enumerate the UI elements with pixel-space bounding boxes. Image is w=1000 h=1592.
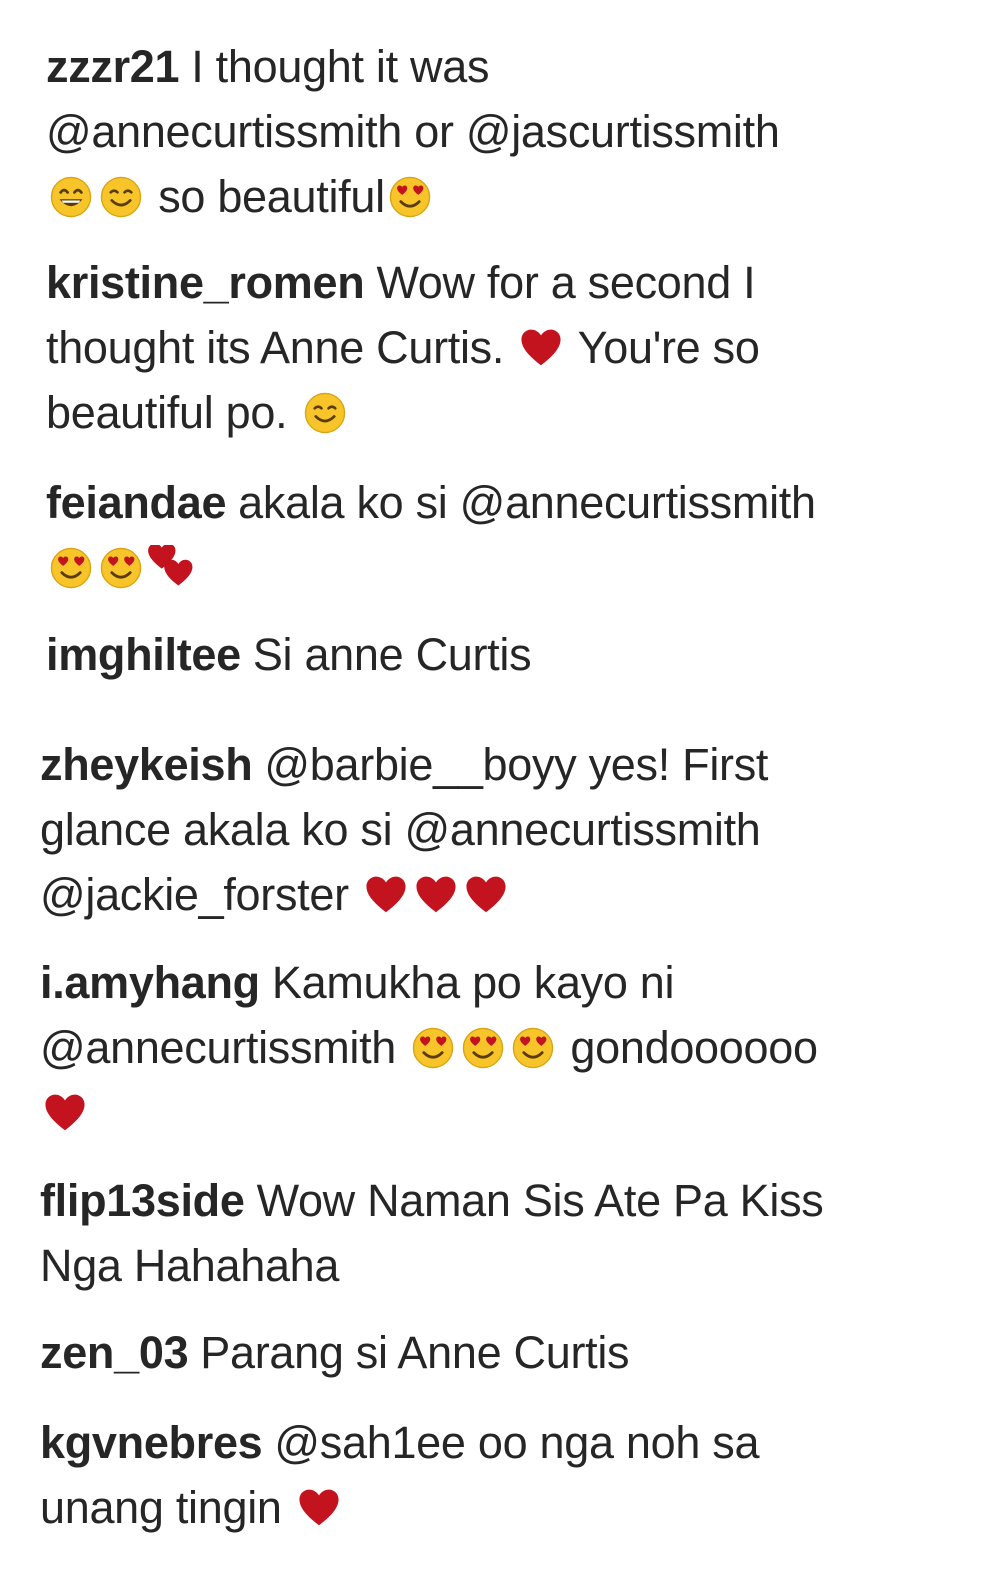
comment-text-mention: @barbie__boyy yes! First — [264, 739, 769, 790]
comment-text-fragment: Parang si Anne Curtis — [200, 1327, 630, 1378]
heart-icon — [363, 872, 409, 918]
heart-eyes-face-icon — [460, 1025, 506, 1071]
comment-text-fragment: You're so — [566, 322, 760, 373]
comment-item: kristine_romen Wow for a second I thought … — [46, 250, 760, 445]
comment-item: i.amyhang Kamukha po kayo ni @annecurtissm… — [40, 950, 818, 1145]
heart-icon — [296, 1485, 342, 1531]
heart-icon — [413, 872, 459, 918]
comment-text-fragment: akala ko si @annecurtissmith — [238, 477, 816, 528]
heart-icon — [463, 872, 509, 918]
comment-text: Si anne Curtis — [252, 629, 532, 680]
comment-text-fragment: gondoooooo — [558, 1022, 818, 1073]
grinning-face-icon — [48, 174, 94, 220]
comment-username[interactable]: feiandae — [46, 477, 226, 528]
comment-text-fragment: beautiful po. — [46, 387, 300, 438]
comment-text-mention: @sah1ee oo nga noh sa — [274, 1417, 760, 1468]
comment-text-mention: @jackie_forster — [40, 869, 361, 920]
comment-text: Parang si Anne Curtis — [200, 1327, 629, 1378]
comment-item: kgvnebres @sah1ee oo nga noh sa unang ting… — [40, 1410, 760, 1540]
comment-list: zzzr21 I thought it was @annecurtissmith o… — [0, 0, 1000, 1592]
smiling-face-icon — [302, 390, 348, 436]
comment-username[interactable]: zheykeish — [40, 739, 253, 790]
comment-text-mention: @annecurtissmith or @jascurtissmith — [46, 106, 780, 157]
comment-username[interactable]: kgvnebres — [40, 1417, 263, 1468]
comment-text-fragment: Wow Naman Sis Ate Pa Kiss — [256, 1175, 824, 1226]
comment-text-fragment: Kamukha po kayo ni — [271, 957, 675, 1008]
heart-eyes-face-icon — [98, 545, 144, 591]
comment-text-fragment: Nga Hahahaha — [40, 1240, 340, 1291]
comment-item: zzzr21 I thought it was @annecurtissmith o… — [46, 34, 780, 229]
heart-eyes-face-icon — [510, 1025, 556, 1071]
comment-username[interactable]: zen_03 — [40, 1327, 189, 1378]
comment-text-fragment: thought its Anne Curtis. — [46, 322, 517, 373]
comment-item: zheykeish @barbie__boyy yes! First glance … — [40, 732, 768, 927]
comment-username[interactable]: i.amyhang — [40, 957, 260, 1008]
two-hearts-icon — [148, 545, 194, 591]
comment-text-fragment: Wow for a second I — [376, 257, 756, 308]
comment-item: flip13side Wow Naman Sis Ate Pa Kiss Nga H… — [40, 1168, 824, 1298]
heart-icon — [42, 1090, 88, 1136]
heart-eyes-face-icon — [410, 1025, 456, 1071]
comment-text-fragment: Si anne Curtis — [252, 629, 532, 680]
comment-text-fragment: glance akala ko si @annecurtissmith — [40, 804, 761, 855]
comment-text-fragment: I thought it was — [191, 41, 490, 92]
comment-text-mention: @annecurtissmith — [40, 1022, 409, 1073]
comment-text-fragment: unang tingin — [40, 1482, 294, 1533]
comment-item: imghiltee Si anne Curtis — [46, 622, 532, 687]
comment-text-fragment: so beautiful — [146, 171, 385, 222]
heart-eyes-face-icon — [48, 545, 94, 591]
smiling-face-icon — [98, 174, 144, 220]
comment-username[interactable]: zzzr21 — [46, 41, 180, 92]
comment-username[interactable]: kristine_romen — [46, 257, 365, 308]
comment-username[interactable]: imghiltee — [46, 629, 241, 680]
comment-username[interactable]: flip13side — [40, 1175, 245, 1226]
heart-icon — [518, 325, 564, 371]
comment-item: zen_03 Parang si Anne Curtis — [40, 1320, 630, 1385]
heart-eyes-face-icon — [387, 174, 433, 220]
comment-item: feiandae akala ko si @annecurtissmith — [46, 470, 816, 600]
